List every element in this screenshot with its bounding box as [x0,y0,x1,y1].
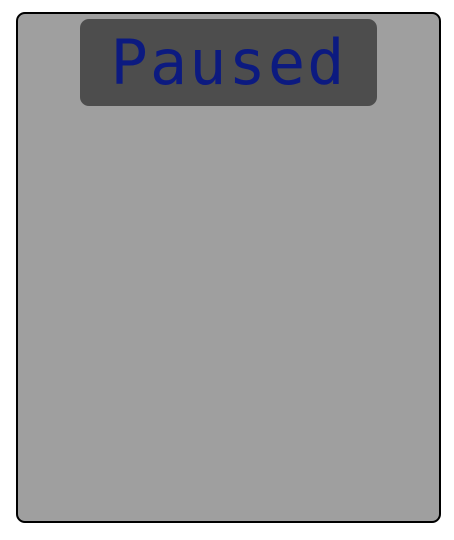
game-screen[interactable]: Paused [16,12,441,523]
pause-status-text: Paused [110,25,347,99]
pause-banner: Paused [80,19,377,106]
